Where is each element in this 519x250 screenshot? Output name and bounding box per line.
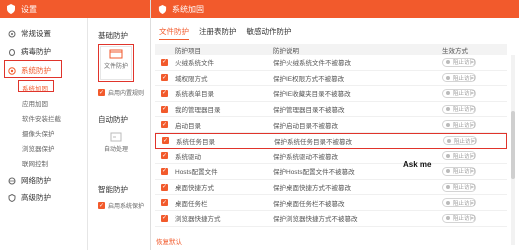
row-checkbox[interactable]: ✓ <box>161 58 168 66</box>
mode-toggle[interactable]: 阻止访问 <box>442 166 476 176</box>
table-row-highlighted: ✓ 系统任务目录 保护系统任务目录不被篡改 阻止访问 <box>155 132 507 149</box>
table-scrollbar[interactable] <box>511 55 515 245</box>
tab-registry-protect[interactable]: 注册表防护 <box>199 26 237 40</box>
mode-toggle[interactable]: 阻止访问 <box>442 198 476 208</box>
toggle-dot-icon <box>446 122 450 127</box>
settings-content: 基础防护 文件防护 ✓ 启用内置规则 自动防护 自动处理 智能防护 ✓ 启用系统… <box>88 18 150 250</box>
globe-icon <box>8 177 16 184</box>
toggle-dot-icon <box>446 60 450 65</box>
scrollbar-thumb[interactable] <box>511 111 515 179</box>
subnav-browser[interactable]: 浏览器保护 <box>22 143 55 153</box>
hardening-dialog: 系统加固 文件防护 注册表防护 敏感动作防护 防护项目 防护说明 生效方式 ✓ … <box>150 0 519 250</box>
row-checkbox[interactable]: ✓ <box>161 152 168 160</box>
table-row: ✓ 系统表单目录 保护IE收藏夹目录不被篡改 阻止访问 <box>155 86 507 102</box>
mode-toggle[interactable]: 阻止访问 <box>442 73 476 83</box>
settings-sidebar: 常规设置 病毒防护 系统防护 系统加固 应用加固 软件安装拦截 摄像头保护 浏览… <box>0 18 88 250</box>
advanced-shield-icon <box>8 193 16 202</box>
table-row: ✓ Hosts配置文件 保护Hosts配置文件不被篡改 阻止访问 <box>155 164 507 180</box>
table-row: ✓ 我的管理器目录 保护管理器目录不被篡改 阻止访问 <box>155 102 507 118</box>
toggle-dot-icon <box>446 107 450 112</box>
nav-network[interactable]: 网络防护 <box>8 175 51 186</box>
table-row: ✓ 桌面快捷方式 保护桌面快捷方式不被篡改 阻止访问 <box>155 180 507 196</box>
dialog-title: 系统加固 <box>172 4 204 14</box>
basic-section-title: 基础防护 <box>98 31 128 40</box>
mode-toggle[interactable]: 阻止访问 <box>442 104 476 114</box>
table-row: ✓ 系统驱动 保护系统驱动不被篡改 阻止访问 <box>155 149 507 165</box>
highlight-nav-system <box>4 60 62 78</box>
toggle-dot-icon <box>446 91 450 96</box>
nav-general[interactable]: 常规设置 <box>8 28 51 39</box>
mode-toggle[interactable]: 阻止访问 <box>442 182 476 192</box>
subnav-network-control[interactable]: 联网控制 <box>22 158 48 168</box>
auto-handle-card[interactable]: 自动处理 <box>100 130 132 162</box>
check-icon: ✓ <box>98 89 105 96</box>
row-checkbox[interactable]: ✓ <box>161 105 168 113</box>
highlight-file-protect <box>98 44 134 82</box>
toggle-dot-icon <box>446 169 450 174</box>
col-mode: 生效方式 <box>442 47 468 55</box>
settings-titlebar: 设置 <box>0 0 170 18</box>
row-checkbox[interactable]: ✓ <box>162 137 169 145</box>
table-row: ✓ 浏览器快捷方式 保护浏览器快捷方式不被篡改 阻止访问 <box>155 211 507 227</box>
col-desc: 防护说明 <box>273 47 299 55</box>
mode-toggle[interactable]: 阻止访问 <box>442 213 476 223</box>
subnav-app-hardening[interactable]: 应用加固 <box>22 98 48 108</box>
protect-table: ✓ 火绒系统文件 保护火绒系统文件不被篡改 阻止访问 ✓ 域权限方式 保护IE权… <box>155 55 507 227</box>
row-checkbox[interactable]: ✓ <box>161 89 168 97</box>
table-row: ✓ 桌面任务栏 保护桌面任务栏不被篡改 阻止访问 <box>155 195 507 211</box>
row-checkbox[interactable]: ✓ <box>161 121 168 129</box>
table-header: 防护项目 防护说明 生效方式 <box>155 44 507 55</box>
nav-virus[interactable]: 病毒防护 <box>8 46 51 57</box>
table-row: ✓ 火绒系统文件 保护火绒系统文件不被篡改 阻止访问 <box>155 55 507 71</box>
row-checkbox[interactable]: ✓ <box>161 167 168 175</box>
restore-default-link[interactable]: 恢复默认 <box>156 236 182 246</box>
row-checkbox[interactable]: ✓ <box>161 199 168 207</box>
settings-title: 设置 <box>21 4 37 14</box>
tab-file-protect[interactable]: 文件防护 <box>159 26 189 40</box>
row-checkbox[interactable]: ✓ <box>161 183 168 191</box>
dialog-tabs: 文件防护 注册表防护 敏感动作防护 <box>159 26 302 40</box>
table-row: ✓ 域权限方式 保护IE权限方式不被篡改 阻止访问 <box>155 71 507 87</box>
check-icon: ✓ <box>98 202 105 209</box>
bug-icon <box>9 48 15 56</box>
gear-icon <box>8 30 16 37</box>
arrow-return-icon <box>110 132 122 142</box>
highlight-subnav <box>18 80 54 92</box>
toggle-dot-icon <box>446 185 450 190</box>
toggle-dot-icon <box>447 138 451 143</box>
mode-toggle[interactable]: 阻止访问 <box>442 151 476 161</box>
mode-toggle[interactable]: 阻止访问 <box>443 136 477 146</box>
toggle-dot-icon <box>446 153 450 158</box>
mode-toggle[interactable]: 阻止访问 <box>442 88 476 98</box>
row-checkbox[interactable]: ✓ <box>161 214 168 222</box>
ask-me-label: Ask me <box>403 160 432 169</box>
toggle-dot-icon <box>446 216 450 221</box>
mode-toggle[interactable]: 阻止访问 <box>442 120 476 130</box>
auto-handle-label: 自动处理 <box>103 147 128 153</box>
toggle-dot-icon <box>446 200 450 205</box>
dialog-titlebar: 系统加固 <box>151 0 519 18</box>
col-item: 防护项目 <box>175 47 201 55</box>
toggle-dot-icon <box>446 75 450 80</box>
nav-advanced[interactable]: 高级防护 <box>8 192 51 203</box>
smart-section-title: 智能防护 <box>98 185 128 194</box>
tab-sensitive-action[interactable]: 敏感动作防护 <box>247 26 292 40</box>
subnav-camera[interactable]: 摄像头保护 <box>22 128 55 138</box>
enable-smart-checkbox[interactable]: ✓ 启用系统保护 <box>98 201 144 210</box>
mode-toggle[interactable]: 阻止访问 <box>442 57 476 67</box>
app-logo-icon <box>158 4 167 14</box>
subnav-install-block[interactable]: 软件安装拦截 <box>22 113 61 123</box>
auto-section-title: 自动防护 <box>98 115 128 124</box>
enable-builtin-checkbox[interactable]: ✓ 启用内置规则 <box>98 88 144 97</box>
app-logo-icon <box>7 4 15 14</box>
table-row: ✓ 启动目录 保护启动目录不被篡改 阻止访问 <box>155 117 507 133</box>
row-checkbox[interactable]: ✓ <box>161 74 168 82</box>
